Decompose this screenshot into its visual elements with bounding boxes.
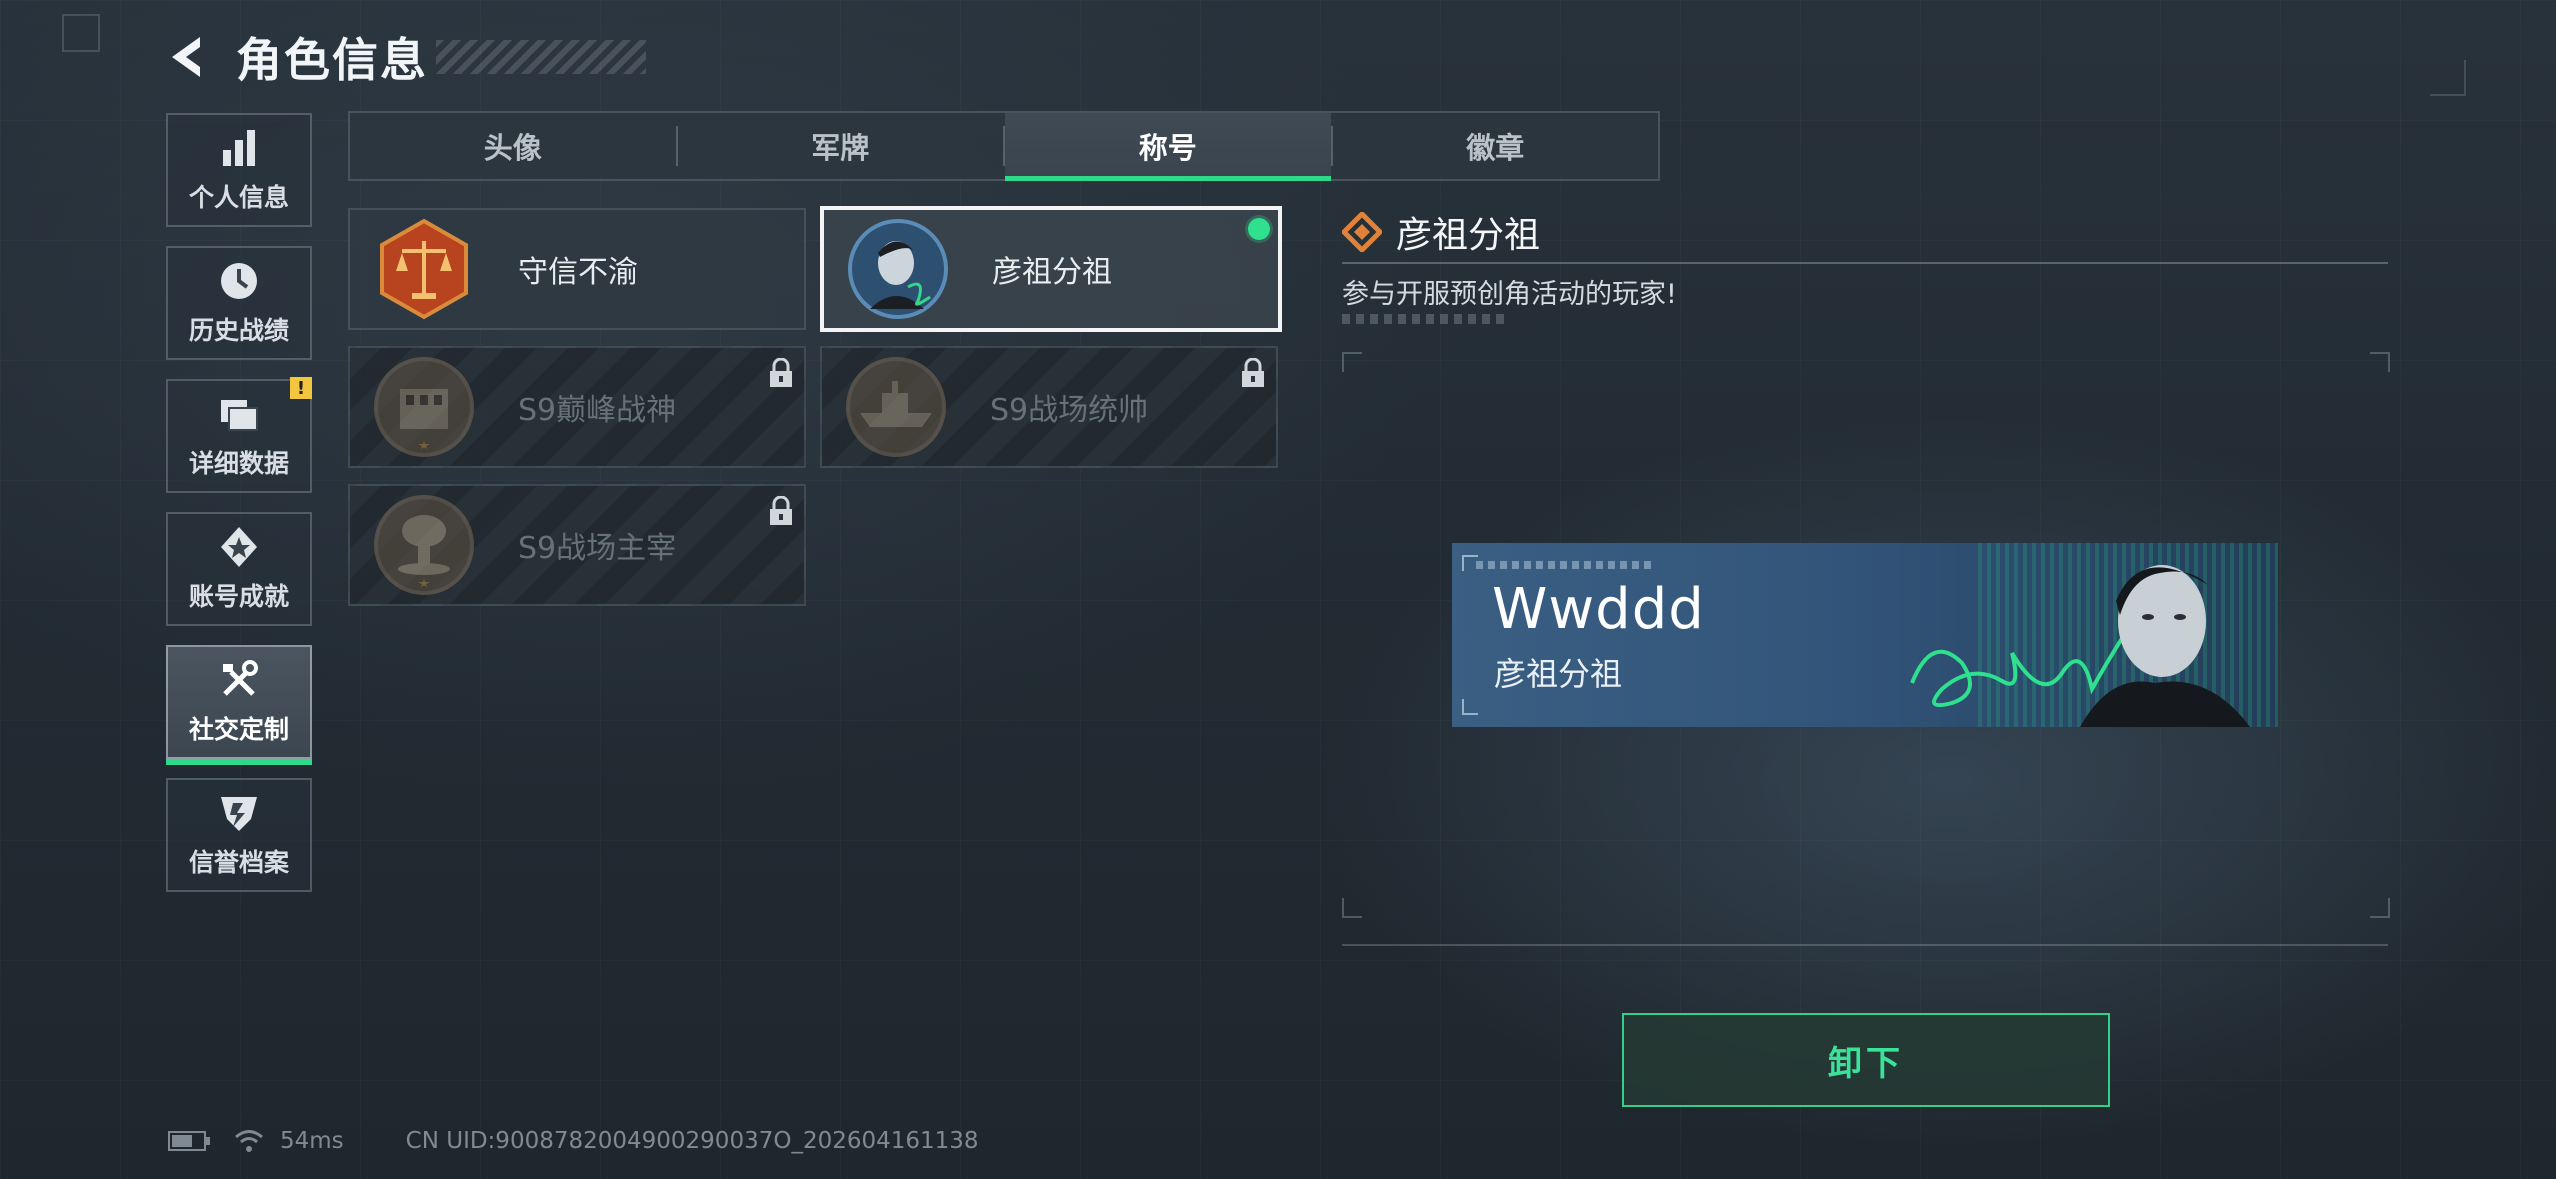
tab-dog-tag[interactable]: 军牌 — [678, 113, 1004, 179]
sidebar-item-label: 账号成就 — [188, 582, 289, 611]
title-card-locked[interactable]: S9巅峰战神 — [348, 346, 806, 468]
user-uid: CN UID:9008782004900290037O_202604161138 — [405, 1128, 979, 1154]
sidebar-item-label: 详细数据 — [188, 449, 289, 478]
clock-icon — [221, 263, 257, 299]
banner-title-name: 彦祖分祖 — [1494, 655, 1623, 693]
banner-player-name: Wwddd — [1492, 577, 1705, 642]
diamond-icon — [1342, 212, 1382, 252]
banner-bracket — [1462, 555, 1478, 571]
sidebar-item-achievements[interactable]: 账号成就 — [166, 512, 312, 626]
sidebar: 个人信息 历史战绩 ! 详细数据 账号成就 社交定制 信誉档案 — [166, 113, 316, 911]
sidebar-item-label: 个人信息 — [188, 183, 289, 212]
title-card-locked[interactable]: S9战场统帅 — [820, 346, 1278, 468]
wifi-icon — [235, 1130, 263, 1152]
lock-icon — [770, 358, 792, 387]
sidebar-item-label: 信誉档案 — [188, 848, 289, 877]
title-decoration — [436, 40, 646, 74]
tools-icon — [223, 660, 258, 696]
achievement-icon — [221, 527, 257, 567]
title-card-selected[interactable]: 彦祖分祖 — [820, 206, 1282, 332]
tab-title[interactable]: 称号 — [1005, 113, 1331, 181]
tab-bar: 头像 军牌 称号 徽章 — [348, 111, 1660, 181]
title-name: 彦祖分祖 — [992, 255, 1112, 290]
sidebar-item-social-custom[interactable]: 社交定制 — [166, 645, 312, 765]
tab-badge[interactable]: 徽章 — [1333, 113, 1659, 179]
detail-bottom-divider — [1342, 944, 2388, 946]
sidebar-item-detailed-data[interactable]: ! 详细数据 — [166, 377, 312, 493]
sidebar-item-label: 历史战绩 — [188, 316, 289, 345]
preview-frame-corner — [1342, 352, 1362, 372]
ping-value: 54ms — [280, 1128, 344, 1154]
lock-icon — [1242, 358, 1264, 387]
corner-decoration — [2430, 60, 2466, 96]
unequip-button[interactable]: 卸下 — [1622, 1013, 2110, 1107]
title-name: S9战场统帅 — [990, 393, 1149, 428]
title-name: S9巅峰战神 — [518, 393, 677, 428]
detail-title-name: 彦祖分祖 — [1396, 215, 1541, 256]
alert-badge: ! — [290, 377, 312, 399]
portrait-image — [2080, 565, 2250, 727]
bar-chart-icon — [223, 130, 255, 166]
ship-medal-icon — [846, 357, 946, 457]
title-banner-preview: Wwddd 彦祖分祖 — [1452, 543, 2278, 727]
page-header: 角色信息 — [166, 22, 646, 92]
sidebar-item-history[interactable]: 历史战绩 — [166, 246, 312, 360]
lock-icon — [770, 496, 792, 525]
folder-icon — [221, 400, 258, 431]
preview-frame-corner — [2370, 352, 2390, 372]
sidebar-item-credit-record[interactable]: 信誉档案 — [166, 778, 312, 892]
preview-frame-corner — [2370, 898, 2390, 918]
explosion-medal-icon — [374, 495, 474, 595]
title-card[interactable]: 守信不渝 — [348, 208, 806, 330]
battery-icon — [168, 1131, 210, 1151]
sidebar-item-label: 社交定制 — [188, 715, 289, 744]
detail-divider — [1342, 262, 2388, 264]
status-bar: 54ms CN UID:9008782004900290037O_2026041… — [168, 1128, 979, 1154]
equipped-indicator — [1248, 218, 1270, 240]
sidebar-item-personal-info[interactable]: 个人信息 — [166, 113, 312, 227]
back-arrow-icon[interactable] — [166, 33, 214, 81]
preview-frame-corner — [1342, 898, 1362, 918]
banner-code-decoration — [1476, 561, 1656, 569]
detail-header: 彦祖分祖 — [1342, 206, 1540, 258]
portrait-medal-icon — [848, 219, 948, 319]
scales-medal-icon — [380, 218, 468, 320]
banner-bracket — [1462, 699, 1478, 715]
detail-faint-code — [1342, 314, 1507, 324]
title-name: S9战场主宰 — [518, 531, 677, 566]
tab-avatar[interactable]: 头像 — [350, 113, 676, 179]
corner-decoration — [62, 14, 100, 52]
title-card-locked[interactable]: S9战场主宰 — [348, 484, 806, 606]
page-title: 角色信息 — [236, 33, 428, 87]
detail-description: 参与开服预创角活动的玩家! — [1342, 279, 1677, 310]
building-medal-icon — [374, 357, 474, 457]
title-name: 守信不渝 — [518, 255, 638, 290]
shield-icon — [221, 797, 257, 831]
